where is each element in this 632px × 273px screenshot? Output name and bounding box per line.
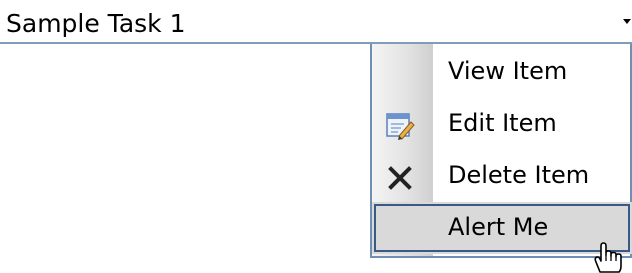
- hand-cursor-icon: [590, 242, 628, 273]
- item-title-dropdown[interactable]: Sample Task 1: [0, 0, 632, 44]
- context-menu: View Item Edit Item Delete Item Alert Me: [370, 44, 632, 258]
- menu-item-edit-item[interactable]: Edit Item: [372, 98, 632, 150]
- menu-item-view-item[interactable]: View Item: [372, 46, 632, 98]
- menu-item-label: View Item: [448, 57, 568, 85]
- edit-form-icon: [384, 109, 416, 141]
- top-edge: [0, 0, 632, 6]
- dropdown-arrow-icon[interactable]: [622, 16, 632, 28]
- menu-item-delete-item[interactable]: Delete Item: [372, 150, 632, 202]
- menu-item-label: Delete Item: [448, 161, 590, 189]
- screenshot-stage: Sample Task 1 View Item Edit Item Delete…: [0, 0, 632, 273]
- item-title-text: Sample Task 1: [6, 9, 186, 38]
- delete-x-icon: [384, 161, 416, 193]
- menu-item-label: Alert Me: [448, 213, 549, 241]
- menu-item-label: Edit Item: [448, 109, 557, 137]
